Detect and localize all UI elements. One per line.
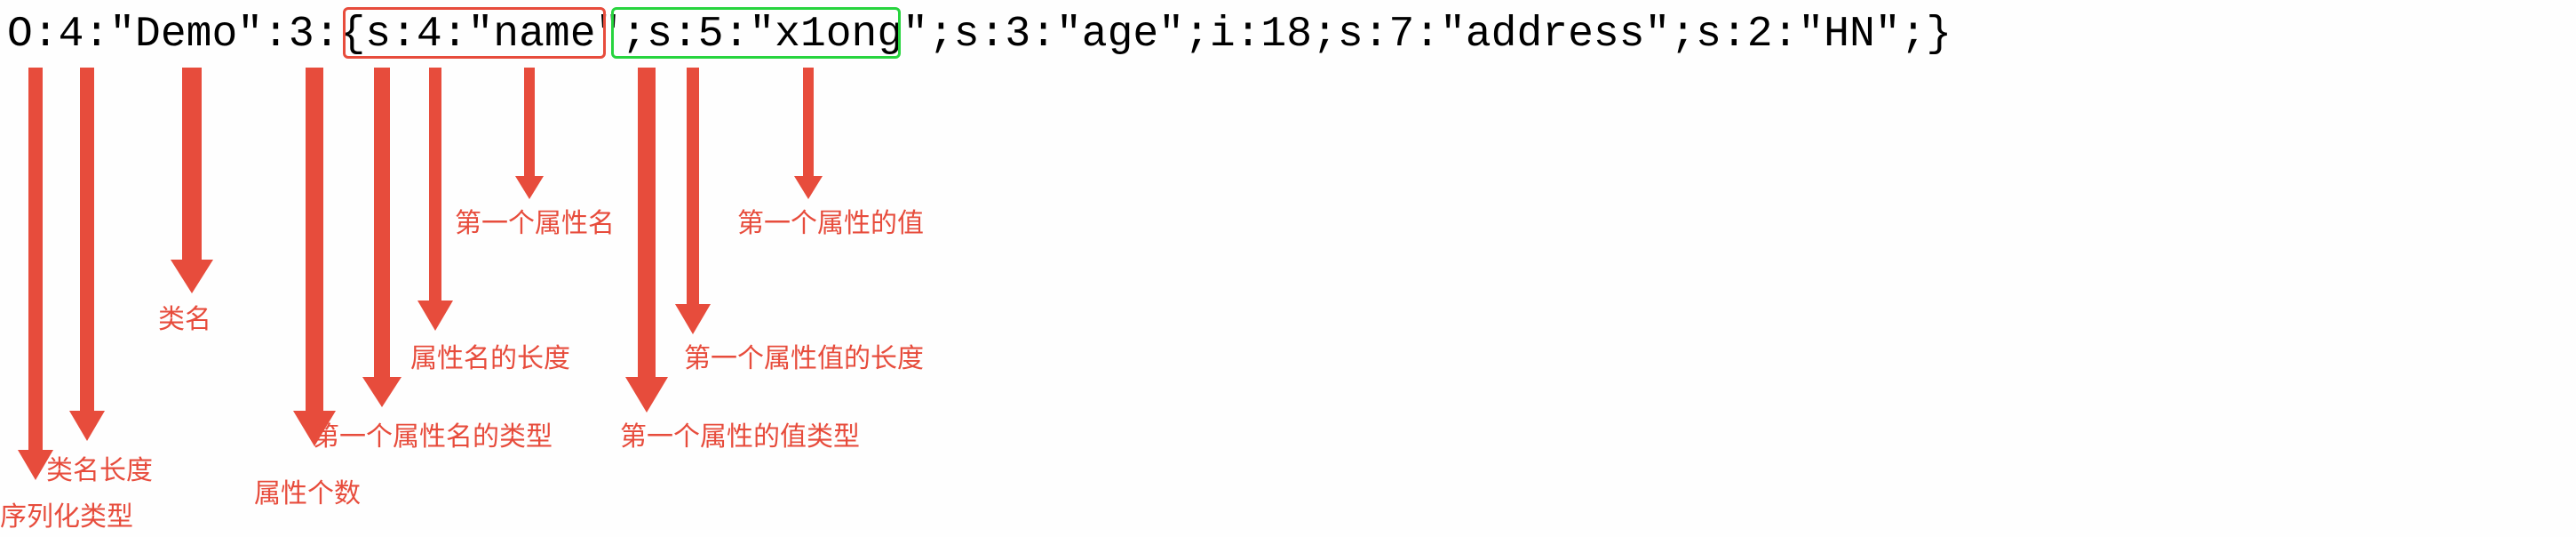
label-first-attr-name: 第一个属性名 <box>455 201 615 240</box>
highlight-box-attr-value <box>611 7 901 59</box>
label-first-attr-value-type: 第一个属性的值类型 <box>620 414 860 453</box>
highlight-box-attr-name <box>343 7 606 59</box>
label-first-attr-name-type: 第一个属性名的类型 <box>313 414 553 453</box>
label-attr-name-len: 属性名的长度 <box>410 336 570 375</box>
label-serial-type: 序列化类型 <box>0 494 133 533</box>
serialized-code: O:4:"Demo":3:{s:4:"name";s:5:"x1ong";s:3… <box>7 11 1952 59</box>
label-first-attr-value-len: 第一个属性值的长度 <box>684 336 924 375</box>
label-first-attr-value: 第一个属性的值 <box>737 201 924 240</box>
label-classname: 类名 <box>158 297 211 336</box>
label-attr-count: 属性个数 <box>254 471 361 510</box>
label-classname-len: 类名长度 <box>46 448 153 487</box>
